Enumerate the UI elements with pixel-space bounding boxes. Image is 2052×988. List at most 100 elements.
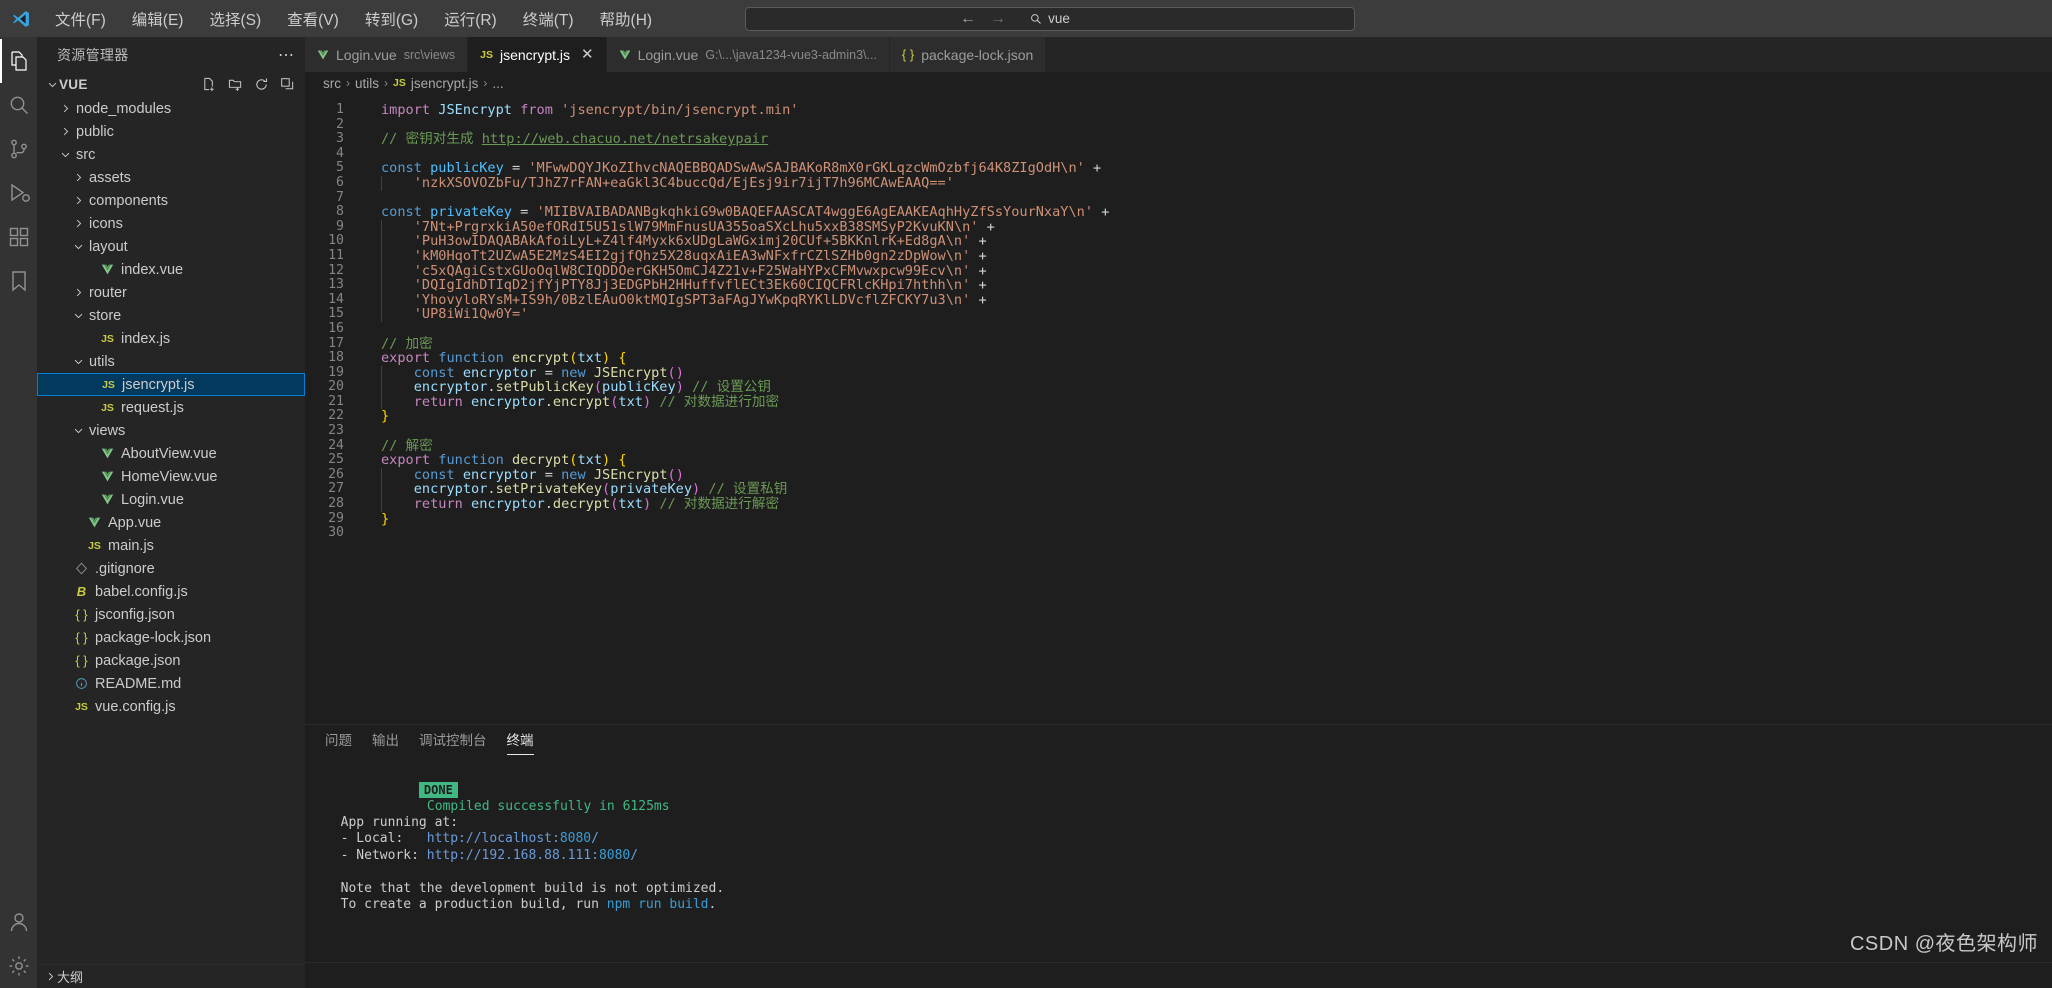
code-line[interactable]: encryptor.setPublicKey(publicKey) // 设置公… (353, 380, 2052, 395)
tree-item-main-js[interactable]: JS main.js (37, 534, 305, 557)
chevron-down-icon[interactable] (71, 310, 85, 321)
code-line[interactable]: const encryptor = new JSEncrypt() (353, 365, 2052, 381)
chevron-right-icon[interactable] (71, 287, 85, 298)
code-line[interactable]: } (353, 409, 2052, 424)
tree-item-icons[interactable]: icons (37, 212, 305, 235)
tree-item-node-modules[interactable]: node_modules (37, 97, 305, 120)
chevron-down-icon[interactable] (45, 79, 59, 90)
tree-item-homeview-vue[interactable]: HomeView.vue (37, 465, 305, 488)
code-line[interactable] (353, 424, 2052, 439)
code-line[interactable] (353, 322, 2052, 337)
tree-item-babel-config-js[interactable]: Bbabel.config.js (37, 580, 305, 603)
activity-extensions-icon[interactable] (0, 215, 37, 259)
code-line[interactable]: // 解密 (353, 438, 2052, 454)
tree-item-aboutview-vue[interactable]: AboutView.vue (37, 442, 305, 465)
activity-explorer-icon[interactable] (0, 39, 37, 83)
new-folder-icon[interactable] (228, 77, 243, 92)
activity-source-control-icon[interactable] (0, 127, 37, 171)
tree-item-views[interactable]: views (37, 419, 305, 442)
tree-root-vue[interactable]: VUE (37, 72, 305, 97)
tree-item-readme-md[interactable]: README.md (37, 672, 305, 695)
code-line[interactable]: 'DQIgIdhDTIqD2jfYjPTY8Jj3EDGPbH2HHuffvfl… (353, 278, 2052, 293)
activity-settings-gear-icon[interactable] (0, 944, 37, 988)
code-line[interactable]: export function encrypt(txt) { (353, 351, 2052, 366)
terminal-command[interactable]: npm run build (607, 897, 709, 912)
tab-problems[interactable]: 问题 (325, 729, 352, 753)
code-line[interactable]: // 加密 (353, 336, 2052, 352)
tree-item-request-js[interactable]: JS request.js (37, 396, 305, 419)
chevron-right-icon[interactable] (71, 195, 85, 206)
chevron-down-icon[interactable] (71, 356, 85, 367)
collapse-all-icon[interactable] (280, 77, 295, 92)
code-line[interactable]: 'kM0HqoTt2UZwA5E2MzS4EI2gjfQhz5X28uqxAiE… (353, 249, 2052, 264)
code-line[interactable]: encryptor.setPrivateKey(privateKey) // 设… (353, 482, 2052, 498)
code-line[interactable]: const publicKey = 'MFwwDQYJKoZIhvcNAQEBB… (353, 161, 2052, 176)
terminal-port[interactable]: 8080 (560, 831, 591, 846)
chevron-right-icon[interactable] (71, 218, 85, 229)
refresh-icon[interactable] (254, 77, 269, 92)
tree-item-jsencrypt-js[interactable]: JS jsencrypt.js (37, 373, 305, 396)
breadcrumb-file[interactable]: jsencrypt.js (411, 76, 479, 91)
code-line[interactable]: export function decrypt(txt) { (353, 453, 2052, 468)
code-line[interactable]: 'PuH3owIDAQABAkAfoiLyL+Z4lf4Myxk6xUDgLaW… (353, 234, 2052, 249)
activity-search-icon[interactable] (0, 83, 37, 127)
tree-item-components[interactable]: components (37, 189, 305, 212)
close-icon[interactable]: ✕ (581, 47, 594, 62)
menu-file[interactable]: 文件(F) (42, 4, 119, 34)
tree-item-router[interactable]: router (37, 281, 305, 304)
menu-run[interactable]: 运行(R) (431, 4, 510, 34)
tree-item-index-vue[interactable]: index.vue (37, 258, 305, 281)
code-line[interactable]: 'UP8iWi1Qw0Y=' (353, 307, 2052, 322)
code-line[interactable] (353, 118, 2052, 133)
code-content[interactable]: import JSEncrypt from 'jsencrypt/bin/jse… (353, 94, 2052, 724)
chevron-down-icon[interactable] (58, 149, 72, 160)
tree-item-index-js[interactable]: JS index.js (37, 327, 305, 350)
menu-view[interactable]: 查看(V) (274, 4, 352, 34)
tree-item-gitignore[interactable]: .gitignore (37, 557, 305, 580)
tree-item-package-json[interactable]: { } package.json (37, 649, 305, 672)
code-line[interactable]: return encryptor.encrypt(txt) // 对数据进行加密 (353, 395, 2052, 410)
code-line[interactable]: // 密钥对生成 http://web.chacuo.net/netrsakey… (353, 132, 2052, 147)
tree-item-login-vue[interactable]: Login.vue (37, 488, 305, 511)
tab-login-vue-external[interactable]: Login.vue G:\...\java1234-vue3-admin3\..… (606, 37, 890, 72)
terminal-url[interactable]: http://localhost: (427, 831, 560, 846)
activity-accounts-icon[interactable] (0, 900, 37, 944)
command-search-box[interactable]: vue (745, 6, 1355, 31)
code-line[interactable] (353, 191, 2052, 206)
tree-item-public[interactable]: public (37, 120, 305, 143)
chevron-right-icon[interactable] (71, 172, 85, 183)
terminal-url-suffix[interactable]: / (630, 848, 638, 863)
terminal-url[interactable]: http://192.168.88.111: (427, 848, 599, 863)
activity-bookmarks-icon[interactable] (0, 259, 37, 303)
search-input-value[interactable]: vue (1048, 11, 1070, 26)
code-line[interactable]: 'nzkXSOVOZbFu/TJhZ7rFAN+eaGkl3C4buccQd/E… (353, 176, 2052, 191)
terminal-url-suffix[interactable]: / (591, 831, 599, 846)
terminal-port[interactable]: 8080 (599, 848, 630, 863)
tree-item-package-lock-json[interactable]: { } package-lock.json (37, 626, 305, 649)
tab-terminal[interactable]: 终端 (506, 729, 534, 755)
code-line[interactable]: return encryptor.decrypt(txt) // 对数据进行解密 (353, 497, 2052, 512)
breadcrumb-src[interactable]: src (323, 76, 341, 91)
code-line[interactable]: '7Nt+PrgrxkiA50efORdI5U51slW79MmFnusUA35… (353, 219, 2052, 235)
tree-item-app-vue[interactable]: App.vue (37, 511, 305, 534)
tab-debug-console[interactable]: 调试控制台 (419, 729, 487, 753)
chevron-down-icon[interactable] (71, 241, 85, 252)
tab-login-vue-src-views[interactable]: Login.vue src\views (305, 37, 469, 72)
menu-help[interactable]: 帮助(H) (587, 4, 666, 34)
code-line[interactable]: 'YhovyloRYsM+IS9h/0BzlEAuO0ktMQIgSPT3aFA… (353, 292, 2052, 308)
new-file-icon[interactable] (202, 77, 217, 92)
code-editor[interactable]: 1 2 3 4 5 6 7 8 9 10 11 12 13 14 15 16 17 18 19 20 21 22 23 24 2… (305, 94, 2052, 724)
code-line[interactable]: const encryptor = new JSEncrypt() (353, 468, 2052, 483)
code-line[interactable] (353, 147, 2052, 162)
terminal-output[interactable]: DONE Compiled successfully in 6125ms App… (305, 757, 2052, 962)
menu-edit[interactable]: 编辑(E) (119, 4, 197, 34)
activity-run-debug-icon[interactable] (0, 171, 37, 215)
code-line[interactable]: 'c5xQAgiCstxGUoOqlW8CIQDDOerGKH5OmCJ4Z21… (353, 263, 2052, 279)
tab-jsencrypt-js[interactable]: JS jsencrypt.js ✕ (468, 37, 607, 72)
tree-item-src[interactable]: src (37, 143, 305, 166)
tree-item-jsconfig-json[interactable]: { } jsconfig.json (37, 603, 305, 626)
breadcrumb-symbol[interactable]: ... (492, 76, 503, 91)
tab-package-lock-json[interactable]: { } package-lock.json (889, 37, 1047, 72)
outline-section-header[interactable]: 大纲 (37, 964, 305, 988)
chevron-right-icon[interactable] (43, 971, 57, 982)
